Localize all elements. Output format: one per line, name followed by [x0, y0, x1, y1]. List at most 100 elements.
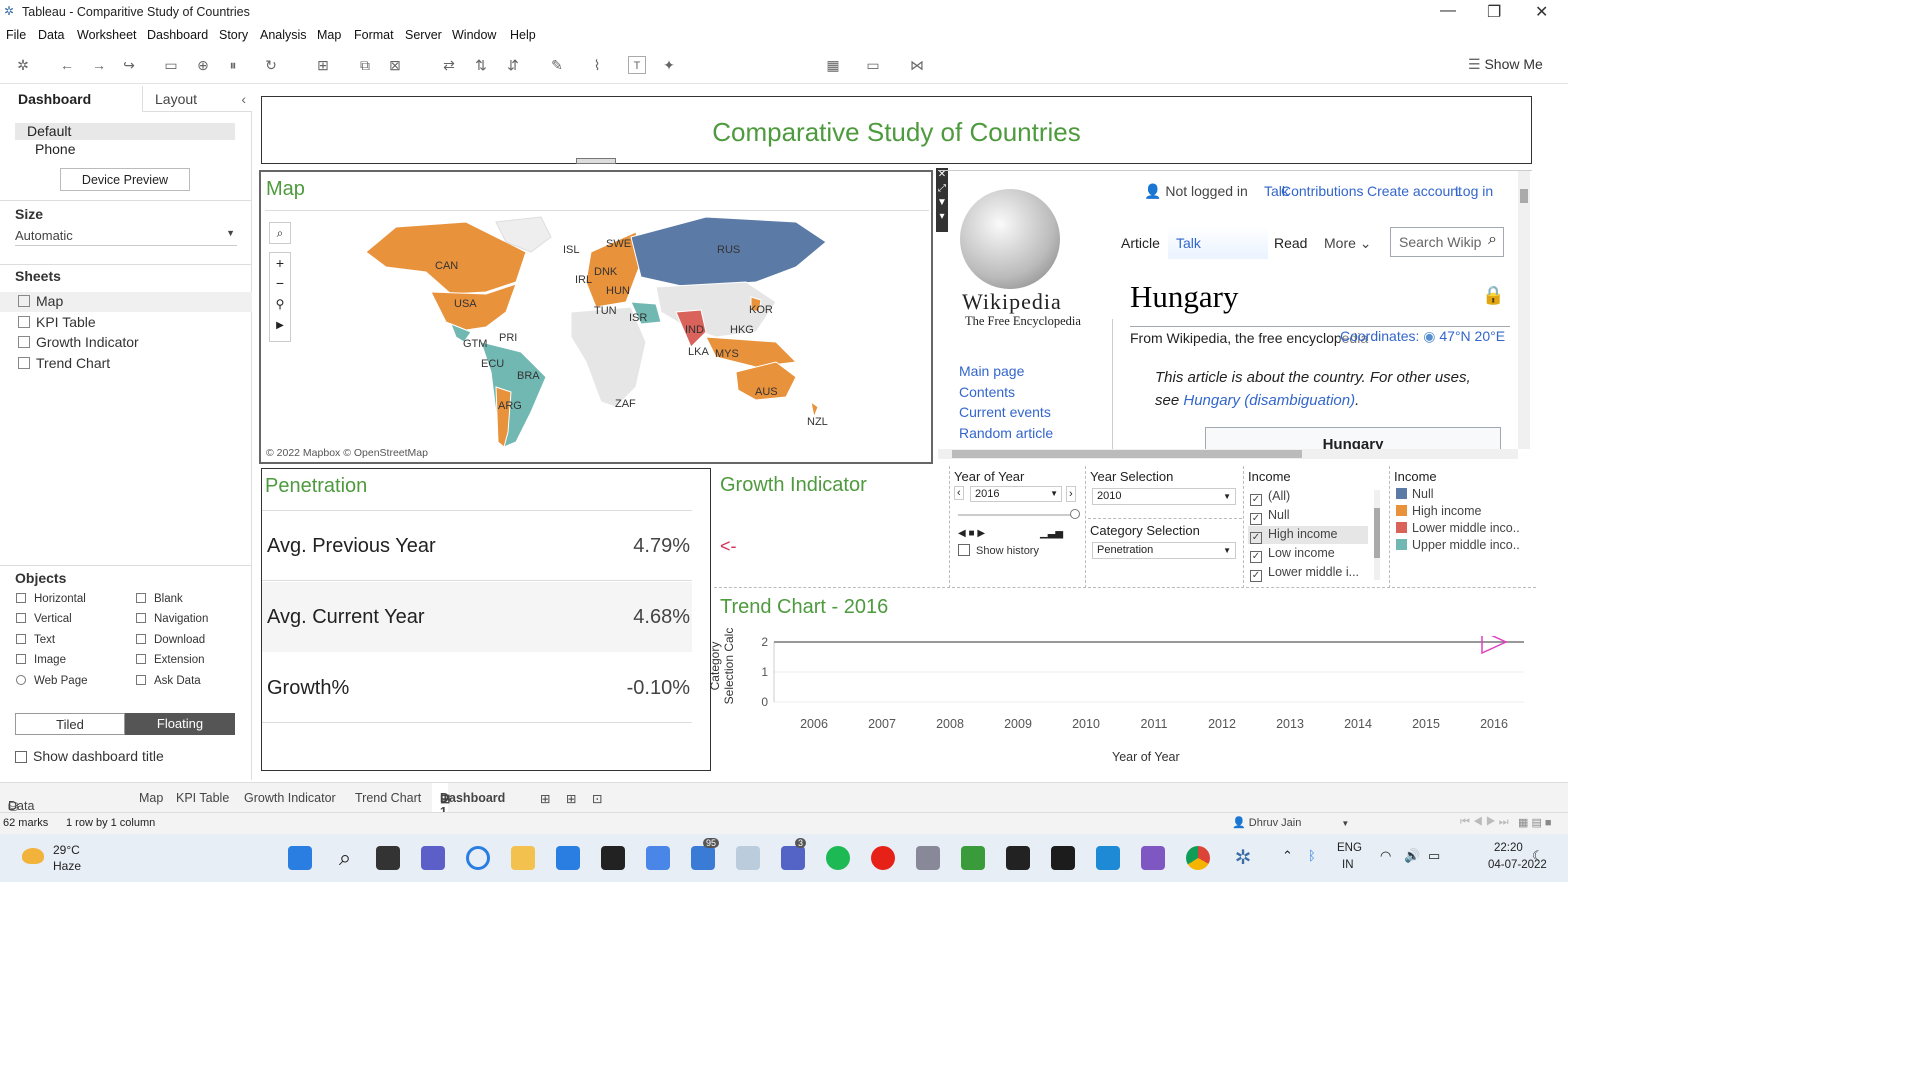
- year-of-year-dropdown[interactable]: 2016 ▼: [970, 486, 1062, 502]
- teams-icon[interactable]: [421, 846, 445, 870]
- photos-icon[interactable]: [736, 846, 760, 870]
- stop-icon[interactable]: ■: [968, 528, 974, 539]
- kpi-panel[interactable]: Penetration Avg. Previous Year 4.79% Avg…: [261, 468, 711, 771]
- new-dashboard-icon[interactable]: ⊞: [566, 791, 576, 806]
- volume-icon[interactable]: 🔊: [1404, 848, 1420, 864]
- battery-icon[interactable]: ▭: [1428, 848, 1440, 864]
- app-icon[interactable]: 3: [781, 838, 807, 870]
- step-forward-icon[interactable]: ▶: [977, 528, 985, 539]
- refresh-icon[interactable]: ↻: [262, 56, 280, 74]
- scrollbar-vertical[interactable]: [1518, 171, 1530, 449]
- show-history-checkbox[interactable]: Show history: [958, 544, 1039, 557]
- country-new-zealand[interactable]: [810, 400, 819, 419]
- swap-icon[interactable]: ⇄: [440, 56, 458, 74]
- tab-trend-chart[interactable]: Trend Chart: [355, 791, 421, 805]
- show-title-checkbox[interactable]: Show dashboard title: [15, 748, 164, 764]
- next-icon[interactable]: ›: [1066, 486, 1076, 502]
- menu-help[interactable]: Help: [510, 28, 536, 42]
- object-horizontal[interactable]: Horizontal: [16, 593, 86, 605]
- tab-talk[interactable]: Talk: [1168, 227, 1268, 259]
- link-current-events[interactable]: Current events: [959, 404, 1051, 420]
- legend-item[interactable]: High income: [1396, 504, 1481, 518]
- year-selection-dropdown[interactable]: 2010 ▼: [1092, 488, 1236, 505]
- task-view-icon[interactable]: [376, 846, 400, 870]
- step-back-icon[interactable]: ◀: [958, 528, 966, 539]
- wifi-icon[interactable]: ◠: [1380, 848, 1391, 864]
- clock-time[interactable]: 22:20: [1494, 842, 1523, 854]
- object-image[interactable]: Image: [16, 654, 66, 666]
- income-option[interactable]: ✓ Low income: [1250, 546, 1335, 563]
- coordinates[interactable]: Coordinates: ◉ 47°N 20°E: [1340, 328, 1506, 345]
- floating-button[interactable]: Floating: [125, 713, 235, 735]
- sticky-notes-icon[interactable]: [601, 846, 625, 870]
- replay-icon[interactable]: ↪: [120, 56, 138, 74]
- map-panel[interactable]: Map ⌕ + − ⚲ ▶ CAN USA GTM PRI ECU BRA AR…: [259, 170, 933, 464]
- highlight-icon[interactable]: ✎: [548, 56, 566, 74]
- save-icon[interactable]: ▭: [162, 56, 180, 74]
- link-create-account[interactable]: Create account: [1367, 183, 1462, 199]
- menu-worksheet[interactable]: Worksheet: [77, 28, 137, 42]
- device-preview-button[interactable]: Device Preview: [60, 168, 190, 191]
- hatnote-link[interactable]: Hungary (disambiguation): [1183, 392, 1355, 409]
- pin-map-icon[interactable]: ⚲: [270, 293, 290, 315]
- show-me-button[interactable]: ☰ Show Me: [1468, 56, 1543, 73]
- pycharm-icon[interactable]: [1051, 846, 1075, 870]
- object-web-page[interactable]: Web Page: [16, 675, 88, 687]
- calculator-icon[interactable]: [916, 846, 940, 870]
- tableau-home-icon[interactable]: ✲: [14, 56, 32, 74]
- trend-panel[interactable]: Trend Chart - 2016 Category Selection Ca…: [708, 590, 1536, 776]
- prev-icon[interactable]: ‹: [954, 486, 964, 500]
- duplicate-icon[interactable]: ⧉: [356, 56, 374, 74]
- resize-handle[interactable]: [576, 158, 616, 164]
- link-contents[interactable]: Contents: [959, 384, 1015, 400]
- menu-format[interactable]: Format: [354, 28, 394, 42]
- menu-dashboard[interactable]: Dashboard: [147, 28, 208, 42]
- intellij-icon[interactable]: [1006, 846, 1030, 870]
- scrollbar-horizontal[interactable]: [938, 449, 1518, 459]
- category-selection-dropdown[interactable]: Penetration ▼: [1092, 542, 1236, 559]
- lang-primary[interactable]: ENG: [1337, 842, 1362, 854]
- menu-analysis[interactable]: Analysis: [260, 28, 307, 42]
- start-icon[interactable]: [288, 846, 312, 870]
- lang-secondary[interactable]: IN: [1342, 859, 1354, 871]
- notifications-icon[interactable]: ☾: [1532, 848, 1544, 864]
- menu-window[interactable]: Window: [452, 28, 496, 42]
- sheet-item-kpi-table[interactable]: KPI Table: [18, 314, 96, 330]
- bluetooth-icon[interactable]: ᛒ: [1308, 848, 1316, 863]
- map-search-icon[interactable]: ⌕: [269, 222, 291, 244]
- trend-marker[interactable]: [1481, 636, 1508, 655]
- world-map[interactable]: [356, 212, 836, 452]
- show-cards-icon[interactable]: ▦: [824, 56, 842, 74]
- tab-article[interactable]: Article: [1121, 235, 1160, 251]
- object-vertical[interactable]: Vertical: [16, 613, 72, 625]
- group-icon[interactable]: ⌇: [588, 56, 606, 74]
- new-worksheet-icon[interactable]: ⊞: [540, 791, 550, 806]
- size-dropdown[interactable]: Automatic ▼: [15, 228, 237, 246]
- minimize-icon[interactable]: —: [1440, 2, 1456, 20]
- tab-more[interactable]: More ⌄: [1324, 235, 1372, 252]
- legend-item[interactable]: Null: [1396, 487, 1434, 501]
- link-random-article[interactable]: Random article: [959, 425, 1053, 441]
- scrollbar-thumb[interactable]: [1520, 189, 1528, 203]
- device-default[interactable]: Default: [15, 123, 235, 140]
- tab-dashboard-1[interactable]: ⊞ Dashboard 1: [432, 783, 505, 819]
- link-log-in[interactable]: Log in: [1455, 183, 1493, 199]
- income-option[interactable]: ✓ High income: [1250, 527, 1337, 544]
- year-slider[interactable]: [958, 514, 1072, 516]
- device-phone[interactable]: Phone: [35, 141, 75, 157]
- scrollbar-thumb[interactable]: [1374, 508, 1380, 558]
- collapse-icon[interactable]: ‹: [241, 91, 246, 107]
- tableau-icon[interactable]: ✲: [1231, 846, 1255, 870]
- play-icon[interactable]: ▶: [270, 315, 290, 337]
- menu-server[interactable]: Server: [405, 28, 442, 42]
- link-main-page[interactable]: Main page: [959, 363, 1024, 379]
- menu-map[interactable]: Map: [317, 28, 341, 42]
- sheet-item-trend-chart[interactable]: Trend Chart: [18, 355, 110, 371]
- object-text[interactable]: Text: [16, 634, 55, 646]
- menu-file[interactable]: File: [6, 28, 26, 42]
- share-icon[interactable]: ⋈: [908, 56, 926, 74]
- menu-story[interactable]: Story: [219, 28, 248, 42]
- close-icon[interactable]: ✕: [1535, 2, 1548, 22]
- object-navigation[interactable]: Navigation: [136, 613, 208, 625]
- link-contributions[interactable]: Contributions: [1281, 183, 1364, 199]
